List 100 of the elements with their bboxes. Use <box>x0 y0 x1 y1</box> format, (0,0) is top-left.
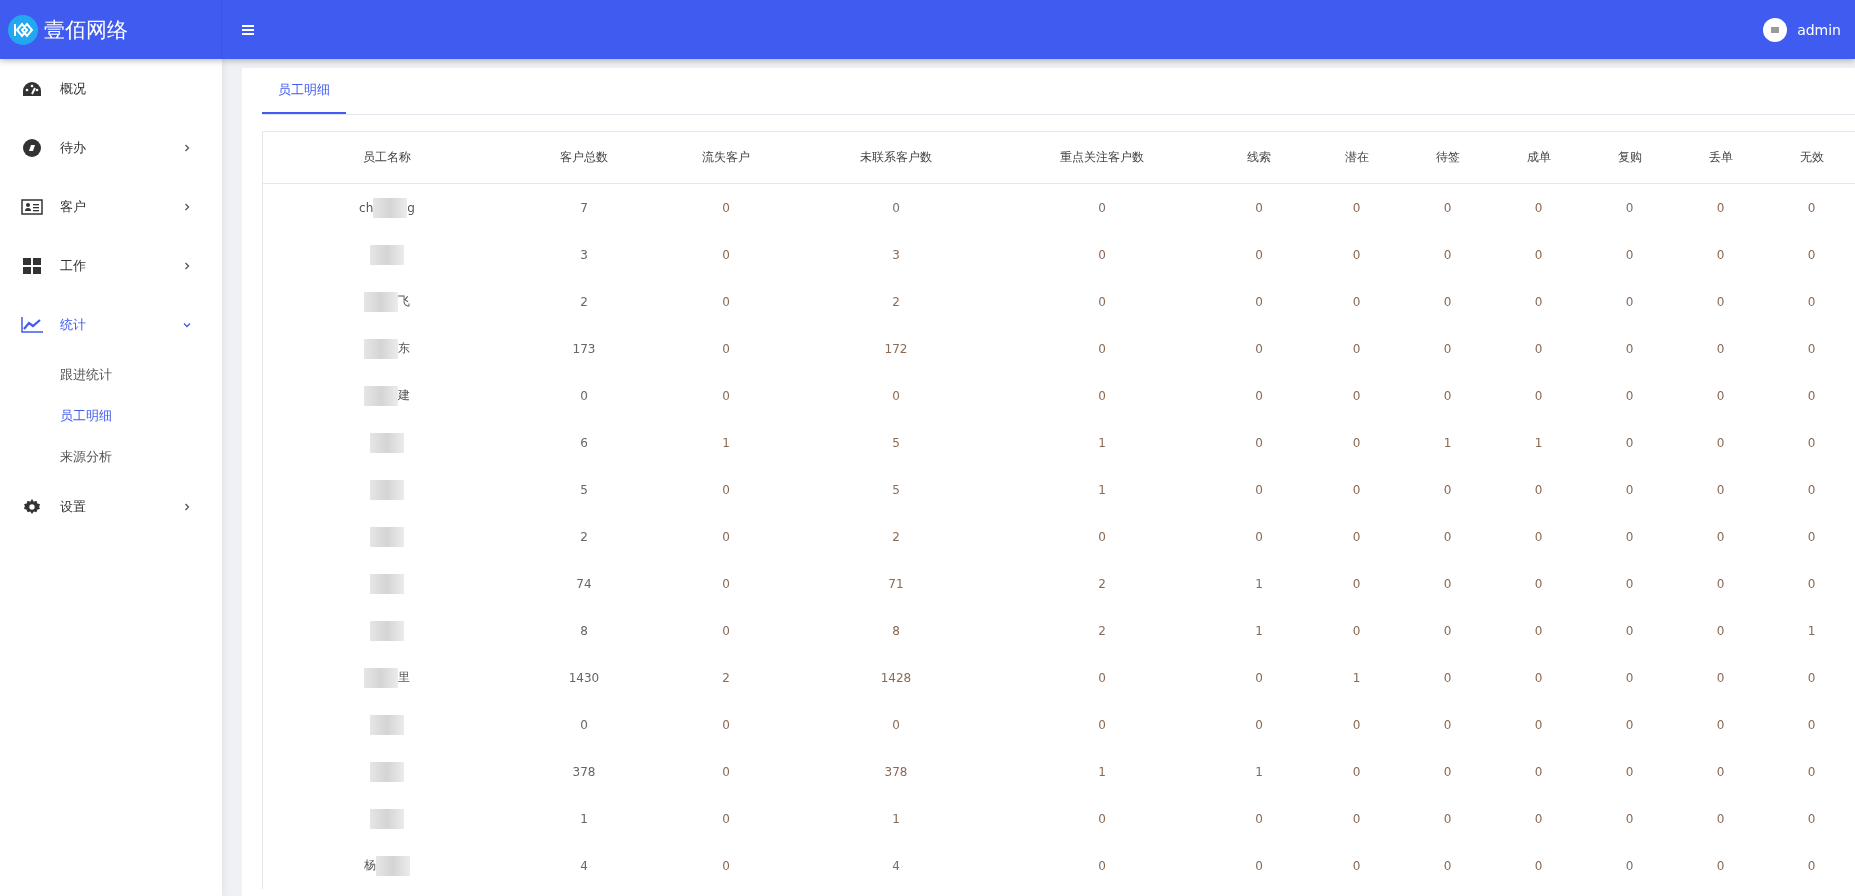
table-cell: 0 <box>1443 294 1452 309</box>
employee-name: 建 <box>398 387 410 404</box>
sidebar-item[interactable]: 待办 <box>0 118 222 177</box>
table-cell: 0 <box>1716 858 1725 873</box>
employee-name: 飞 <box>398 293 410 310</box>
table-cell: 0 <box>1443 576 1452 591</box>
sidebar-item[interactable]: 概况 <box>0 59 222 118</box>
table-cell: 2 <box>892 294 900 309</box>
table-cell: 0 <box>1443 247 1452 262</box>
employee-name: g <box>407 200 415 215</box>
table-cell: 0 <box>1716 623 1725 638</box>
sidebar-item[interactable]: 客户 <box>0 177 222 236</box>
table-cell: 1 <box>722 435 730 450</box>
table-cell: 0 <box>1534 670 1543 685</box>
logo-icon <box>8 14 38 45</box>
table-cell: 0 <box>1716 529 1725 544</box>
table-cell: 0 <box>1807 294 1816 309</box>
table-cell: 0 <box>1716 435 1725 450</box>
table-cell: 5 <box>580 482 588 497</box>
column-header: 潜在 <box>1343 149 1370 166</box>
sidebar-item[interactable]: 工作 <box>0 236 222 295</box>
table-cell: 8 <box>580 623 588 638</box>
table-cell: 0 <box>1255 717 1263 732</box>
table-cell: 0 <box>1807 764 1816 779</box>
table-cell: 0 <box>1352 388 1361 403</box>
column-header: 无效 <box>1798 149 1825 166</box>
sidebar-subitem[interactable]: 来源分析 <box>0 436 222 477</box>
tab[interactable]: 员工明细 <box>262 68 346 114</box>
table-cell: 2 <box>722 670 730 685</box>
table-cell: 0 <box>1807 717 1816 732</box>
table-cell: 7 <box>580 200 588 215</box>
settings-icon <box>21 498 43 515</box>
table-cell: 4 <box>892 858 900 873</box>
column-header: 丢单 <box>1707 149 1734 166</box>
menu-icon[interactable] <box>242 24 254 35</box>
table-cell: 0 <box>1534 482 1543 497</box>
grid-icon <box>21 257 43 274</box>
table-cell: 0 <box>1625 623 1634 638</box>
table-cell: 0 <box>1255 435 1263 450</box>
column-header: 待签 <box>1434 149 1461 166</box>
table-cell: 0 <box>1255 858 1263 873</box>
table-cell: 0 <box>1807 529 1816 544</box>
table-cell: 0 <box>1443 858 1452 873</box>
table-cell: 1 <box>580 811 588 826</box>
table-cell: 0 <box>722 529 730 544</box>
table-cell: 0 <box>1443 482 1452 497</box>
table-cell: 5 <box>892 482 900 497</box>
table-cell: 0 <box>1716 388 1725 403</box>
table-cell: 0 <box>1443 670 1452 685</box>
sidebar-item[interactable]: 统计 <box>0 295 222 354</box>
table-cell: 0 <box>722 858 730 873</box>
table-cell: 0 <box>722 247 730 262</box>
table-cell: 0 <box>1534 858 1543 873</box>
table-cell: 0 <box>1352 482 1361 497</box>
table-cell: 0 <box>1352 529 1361 544</box>
table-cell: 0 <box>722 200 730 215</box>
table-cell: 0 <box>1716 764 1725 779</box>
table-cell: 0 <box>1625 717 1634 732</box>
table-cell: 0 <box>722 811 730 826</box>
table-cell: 0 <box>1625 200 1634 215</box>
sidebar-subitem[interactable]: 员工明细 <box>0 395 222 436</box>
table-cell: 3 <box>580 247 588 262</box>
table-cell: 0 <box>1443 388 1452 403</box>
table-cell: 2 <box>1098 576 1106 591</box>
table-cell: 0 <box>1098 341 1106 356</box>
user-name[interactable]: admin <box>1797 21 1841 38</box>
table-cell: 0 <box>1534 247 1543 262</box>
table-cell: 0 <box>892 200 900 215</box>
table-cell: 0 <box>1716 717 1725 732</box>
table-cell: 0 <box>1625 247 1634 262</box>
table-cell: 0 <box>1098 294 1106 309</box>
compass-icon <box>21 138 43 157</box>
table-cell: 1 <box>1807 623 1816 638</box>
table-cell: 0 <box>1255 341 1263 356</box>
table-cell: 0 <box>1625 482 1634 497</box>
table-cell: 0 <box>1716 341 1725 356</box>
avatar-icon[interactable] <box>1763 17 1788 42</box>
table-cell: 0 <box>722 388 730 403</box>
table-cell: 0 <box>1716 482 1725 497</box>
table-cell: 0 <box>1352 811 1361 826</box>
sidebar-subitem[interactable]: 跟进统计 <box>0 354 222 395</box>
table-cell: 0 <box>1716 294 1725 309</box>
table-cell: 0 <box>1534 811 1543 826</box>
table-cell: 0 <box>722 341 730 356</box>
table-cell: 0 <box>1716 576 1725 591</box>
table-cell: 1 <box>1098 482 1106 497</box>
table-cell: 0 <box>1807 341 1816 356</box>
table-cell: 1428 <box>880 670 912 685</box>
column-header: 流失客户 <box>701 149 751 166</box>
table-cell: 0 <box>1807 247 1816 262</box>
employee-name: 里 <box>398 669 410 686</box>
table-cell: 0 <box>1443 341 1452 356</box>
sidebar-item[interactable]: 设置 <box>0 477 222 536</box>
table-cell: 0 <box>1807 388 1816 403</box>
table-cell: 0 <box>1534 764 1543 779</box>
employee-name: 东 <box>398 340 410 357</box>
column-header: 员工名称 <box>362 149 412 166</box>
table-cell: 0 <box>1807 482 1816 497</box>
table-cell: 0 <box>1534 529 1543 544</box>
table-cell: 0 <box>722 623 730 638</box>
